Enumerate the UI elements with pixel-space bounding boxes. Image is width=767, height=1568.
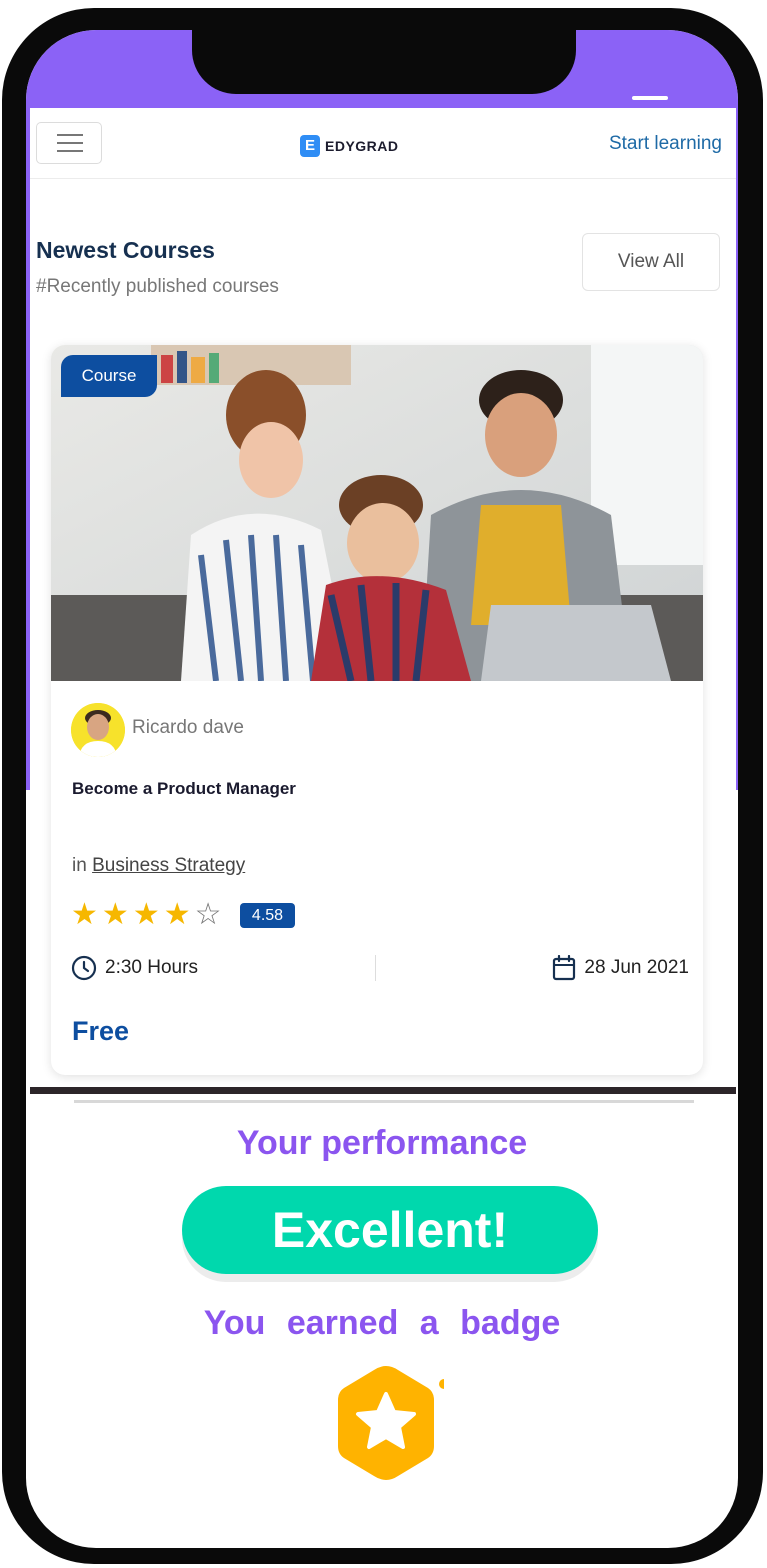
- hexagon-star-badge-icon: [338, 1366, 444, 1480]
- start-learning-link[interactable]: Start learning: [609, 133, 722, 155]
- logo-mark-icon: E: [300, 135, 320, 157]
- duration-text: 2:30 Hours: [105, 957, 198, 978]
- navbar: E EDYGRAD Start learning: [30, 108, 736, 179]
- hamburger-menu-button[interactable]: [36, 122, 102, 164]
- course-date: 28 Jun 2021: [552, 955, 689, 981]
- course-title[interactable]: Become a Product Manager: [72, 779, 296, 799]
- logo[interactable]: E EDYGRAD: [300, 134, 399, 158]
- course-image[interactable]: Course: [51, 345, 703, 681]
- rating-stars: ★ ★ ★ ★ ☆: [71, 900, 222, 930]
- hamburger-icon-line: [57, 142, 83, 144]
- performance-title: Your performance: [236, 1124, 528, 1162]
- star-icon: ★: [163, 898, 191, 931]
- phone-notch: [192, 30, 576, 94]
- phone-frame: E EDYGRAD Start learning Newest Courses …: [2, 8, 763, 1564]
- author-name[interactable]: Ricardo dave: [132, 717, 244, 739]
- star-icon: ★: [132, 898, 160, 931]
- course-duration: 2:30 Hours: [71, 955, 198, 981]
- result-pill: Excellent!: [182, 1186, 598, 1274]
- section-title: Newest Courses: [36, 237, 215, 263]
- date-text: 28 Jun 2021: [584, 957, 689, 978]
- star-icon: ★: [101, 898, 129, 931]
- overlay-top-border: [30, 1087, 736, 1094]
- progress-track: [74, 1100, 694, 1103]
- calendar-icon: [553, 955, 576, 981]
- status-indicator: [632, 96, 668, 100]
- hamburger-icon-line: [57, 150, 83, 152]
- clock-icon: [71, 955, 97, 981]
- course-category: in Business Strategy: [72, 855, 245, 877]
- rating-value-badge: 4.58: [240, 903, 295, 928]
- star-icon: ★: [71, 898, 98, 931]
- phone-screen: E EDYGRAD Start learning Newest Courses …: [26, 30, 738, 1548]
- section-subtitle: #Recently published courses: [36, 276, 279, 297]
- category-prefix: in: [72, 855, 87, 876]
- logo-text: EDYGRAD: [325, 138, 399, 154]
- category-link[interactable]: Business Strategy: [92, 855, 245, 876]
- course-price: Free: [72, 1016, 130, 1046]
- course-card[interactable]: Course Ricardo dave Become a Product Man…: [51, 345, 703, 1075]
- view-all-button[interactable]: View All: [582, 233, 720, 291]
- avatar[interactable]: [71, 703, 125, 757]
- meta-divider: [375, 955, 376, 981]
- course-type-badge: Course: [61, 355, 157, 397]
- author-avatar-image: [71, 703, 125, 757]
- earned-badge-text: You earned a badge: [203, 1304, 561, 1342]
- star-icon: ☆: [194, 898, 222, 931]
- app-page: E EDYGRAD Start learning Newest Courses …: [30, 108, 736, 1088]
- hamburger-icon: [57, 134, 83, 136]
